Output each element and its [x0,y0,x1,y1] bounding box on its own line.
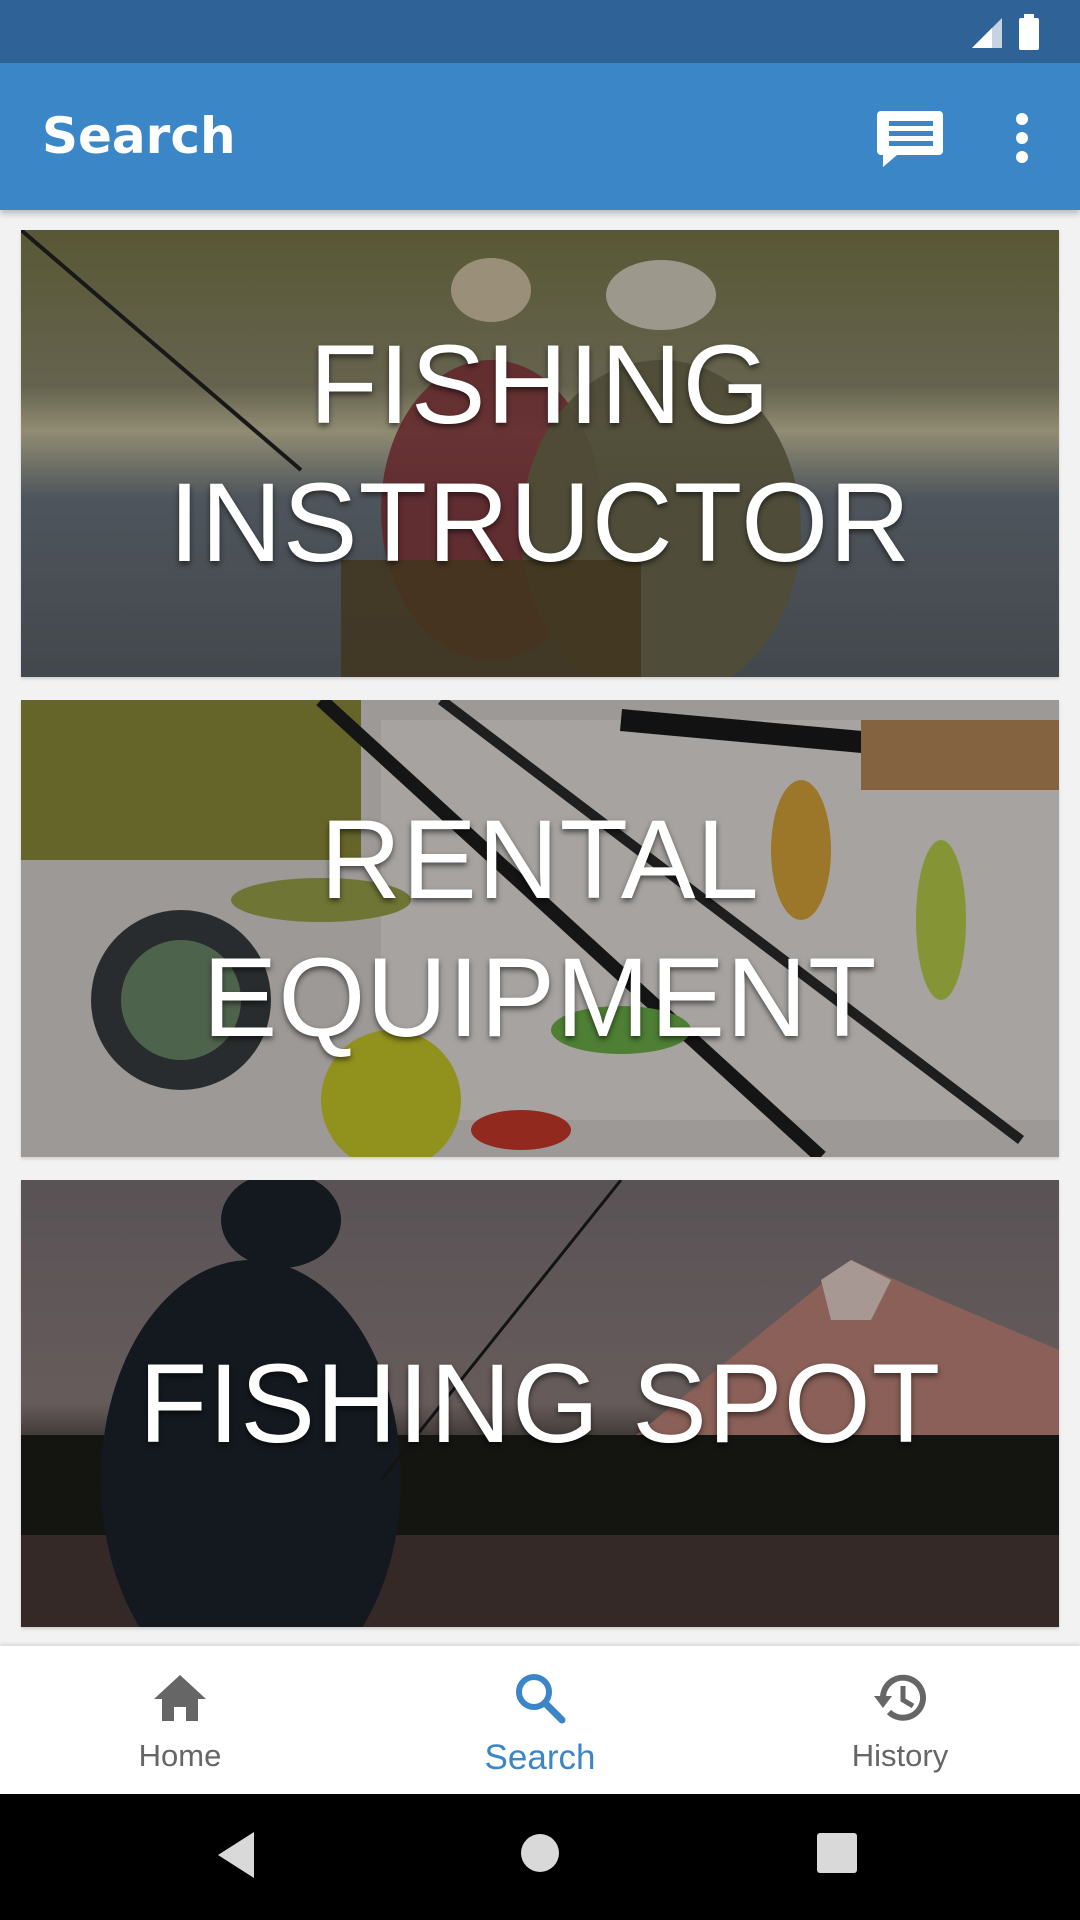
chat-icon [875,111,947,177]
nav-label-home: Home [138,1738,222,1773]
more-vert-icon [1000,113,1044,177]
category-list: FISHING INSTRUCTOR RENTAL EQUIPMENT FISH… [0,210,1080,1646]
card-fishing-spot[interactable]: FISHING SPOT [21,1180,1059,1627]
nav-item-home[interactable]: Home [0,1646,360,1794]
nav-item-search[interactable]: Search [360,1646,720,1794]
nav-label-history: History [851,1738,949,1773]
card-rental-equipment[interactable]: RENTAL EQUIPMENT [21,700,1059,1157]
bottom-navigation: Home Search History [0,1646,1080,1794]
more-options-button[interactable] [1000,103,1044,173]
nav-label-search: Search [484,1738,596,1777]
card-title: FISHING SPOT [138,1340,942,1466]
system-recents-button[interactable] [816,1832,858,1878]
card-title: FISHING INSTRUCTOR [168,321,912,585]
screen: Search FISHING INSTRUCTOR RENTAL EQUIPME… [0,0,1080,1920]
status-bar [0,0,1080,63]
card-title: RENTAL EQUIPMENT [202,796,878,1060]
home-icon [152,1673,208,1727]
back-icon [214,1832,258,1884]
nav-item-history[interactable]: History [720,1646,1080,1794]
system-back-button[interactable] [214,1830,258,1884]
card-fishing-instructor[interactable]: FISHING INSTRUCTOR [21,230,1059,677]
search-icon [514,1672,566,1728]
home-circle-icon [519,1834,561,1878]
app-bar: Search [0,63,1080,210]
system-navigation-bar [0,1794,1080,1920]
history-icon [871,1672,929,1728]
battery-icon [1018,14,1040,54]
page-title: Search [42,107,236,165]
system-home-button[interactable] [519,1832,561,1878]
signal-icon [970,16,1004,54]
recents-icon [816,1833,858,1878]
chat-button[interactable] [875,103,947,173]
